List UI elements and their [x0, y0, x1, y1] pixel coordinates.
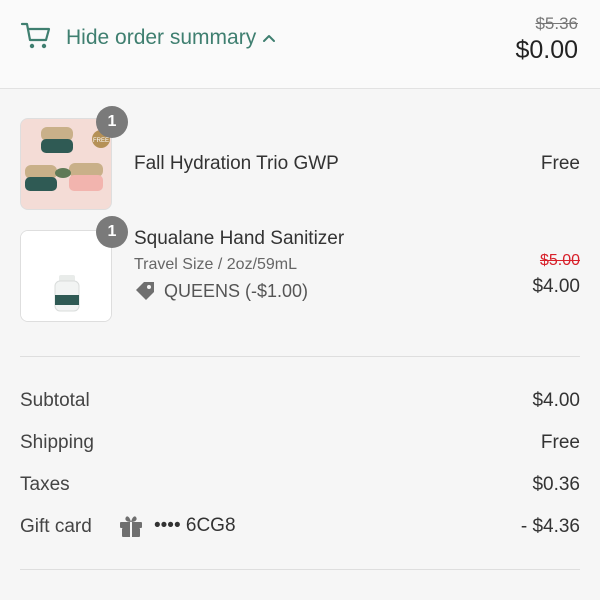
subtotal-label: Subtotal — [20, 390, 90, 411]
list-item: FREE 1 Fall Hydration Trio GWP Free — [20, 106, 580, 228]
gift-card-label: Gift card — [20, 516, 92, 537]
cart-icon — [20, 22, 51, 49]
product-image: FREE — [21, 119, 111, 209]
original-total: $5.36 — [535, 14, 578, 33]
free-seal-text: FREE — [93, 138, 109, 144]
order-totals: $5.36 $0.00 — [515, 14, 578, 65]
gift-card-code: •••• 6CG8 — [118, 514, 236, 538]
subtotal-row: Subtotal $4.00 — [20, 388, 580, 430]
divider — [20, 356, 580, 357]
tag-icon — [136, 282, 154, 300]
product-thumbnail — [20, 230, 112, 322]
shipping-value: Free — [540, 432, 580, 453]
shipping-label: Shipping — [20, 432, 94, 453]
item-original-price: $5.00 — [539, 252, 580, 269]
line-items: FREE 1 Fall Hydration Trio GWP Free 1 Sq… — [20, 106, 580, 358]
discount-code: QUEENS (-$1.00) — [134, 280, 308, 302]
item-price: $4.00 — [532, 276, 580, 297]
quantity-badge: 1 — [96, 216, 128, 248]
subtotal-value: $4.00 — [532, 390, 580, 411]
gift-icon — [120, 516, 142, 537]
chevron-up-icon — [263, 35, 276, 42]
item-variant: Travel Size / 2oz/59mL — [134, 256, 298, 273]
item-name: Fall Hydration Trio GWP — [134, 153, 339, 174]
cost-summary: Subtotal $4.00 Shipping Free Taxes $0.36… — [20, 388, 580, 556]
item-price: Free — [540, 153, 580, 174]
discount-label: QUEENS (-$1.00) — [164, 280, 309, 301]
taxes-row: Taxes $0.36 — [20, 472, 580, 514]
quantity-badge: 1 — [96, 106, 128, 138]
toggle-label: Hide order summary — [66, 26, 257, 49]
order-total: $0.00 — [515, 36, 578, 64]
list-item: 1 Squalane Hand Sanitizer Travel Size / … — [20, 216, 580, 358]
product-thumbnail: FREE — [20, 118, 112, 210]
shipping-row: Shipping Free — [20, 430, 580, 472]
gift-card-value: - $4.36 — [520, 516, 580, 537]
taxes-value: $0.36 — [532, 474, 580, 495]
gift-card-row: Gift card •••• 6CG8 - $4.36 — [20, 514, 580, 556]
hide-order-summary-toggle[interactable]: Hide order summary — [66, 26, 276, 50]
gift-card-masked-code: •••• 6CG8 — [154, 515, 236, 536]
divider — [20, 569, 580, 570]
order-summary-header: Hide order summary $5.36 $0.00 — [0, 0, 600, 89]
taxes-label: Taxes — [20, 474, 70, 495]
item-name: Squalane Hand Sanitizer — [134, 228, 345, 249]
product-image — [21, 231, 111, 321]
